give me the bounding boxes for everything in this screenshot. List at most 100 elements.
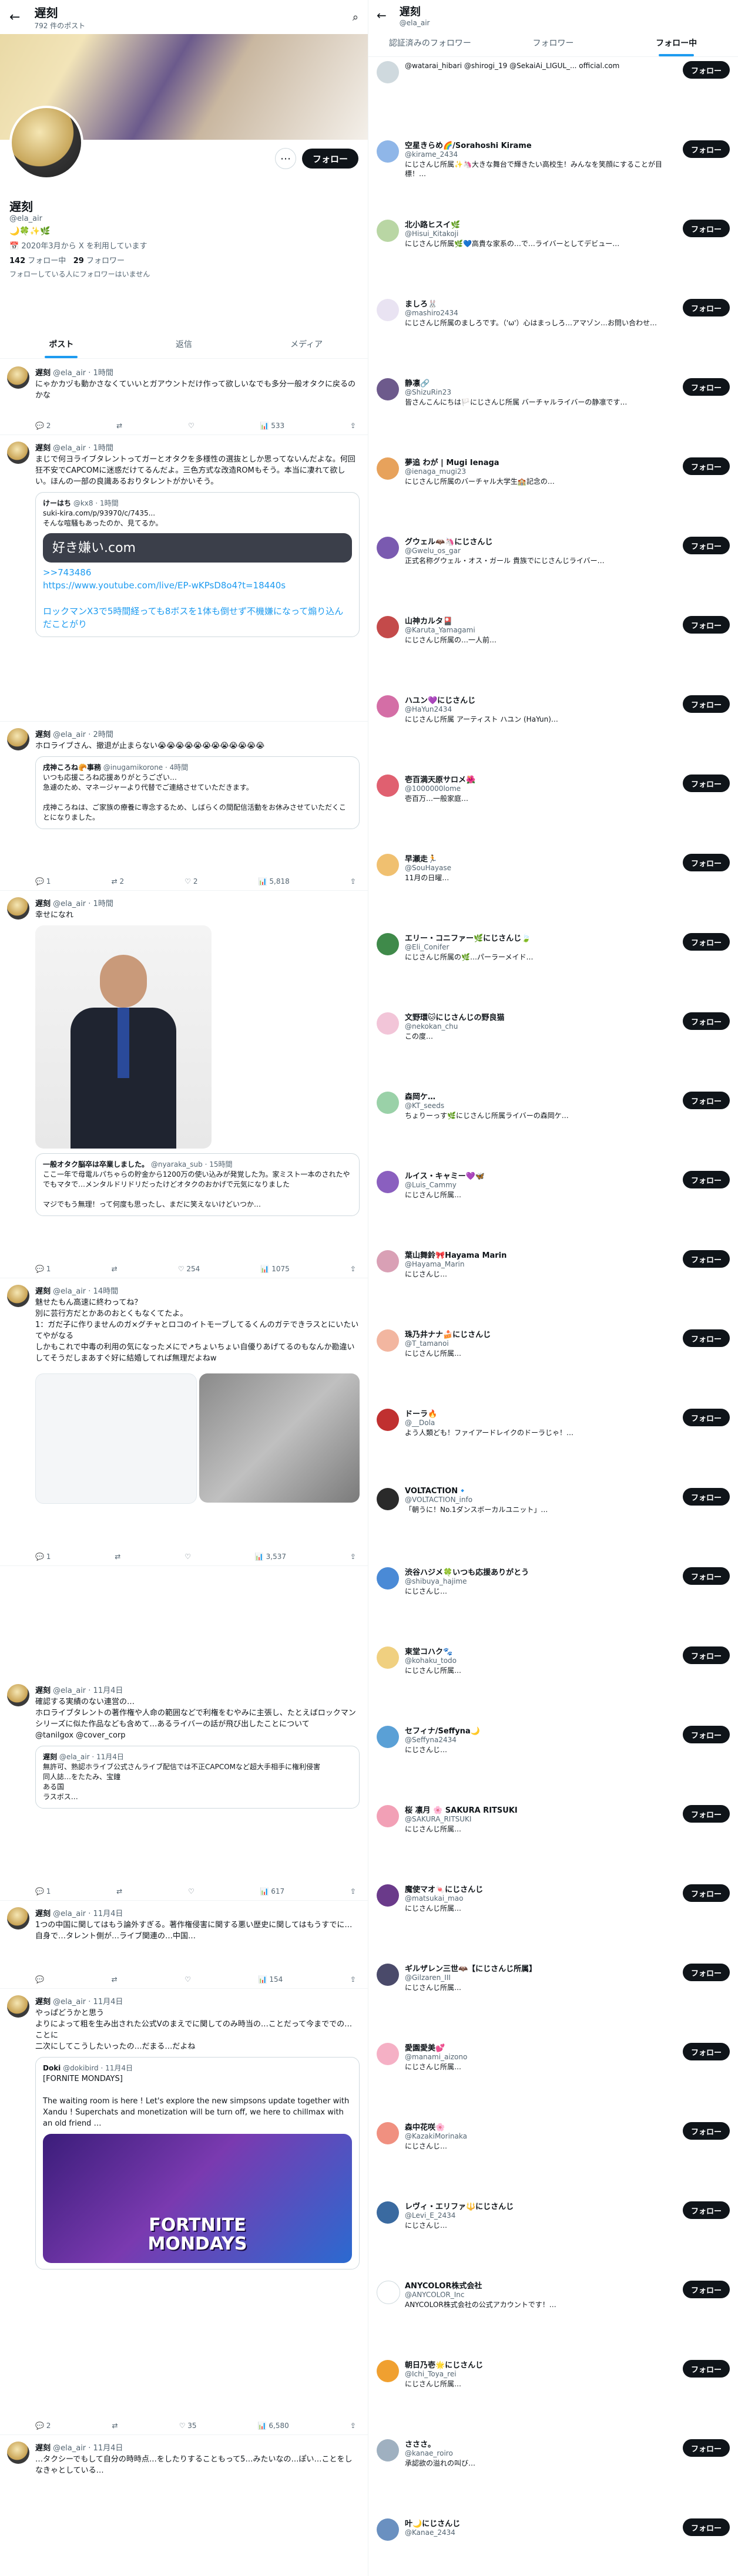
user-name[interactable]: ルイス・キャミー💜🦋 (405, 1170, 677, 1181)
follow-button[interactable]: フォロー (682, 1012, 730, 1030)
user-name[interactable]: 朝日乃壱🌟にじさんじ (405, 2359, 677, 2370)
reply-icon[interactable]: 💬 1 (35, 1265, 51, 1273)
share-icon[interactable]: ⇪ (350, 877, 356, 885)
tweet[interactable]: 遅刻 @ela_air · 2時間 ホロライブさん、撤退が止まらない😭😭😭😭😭😭… (0, 721, 368, 891)
retweet-icon[interactable]: ⇄ (112, 1975, 118, 1984)
retweet-icon[interactable]: ⇄ (112, 2422, 118, 2430)
user-name[interactable]: ANYCOLOR株式会社 (405, 2279, 677, 2291)
user-name[interactable]: 珠乃井ナナ🍰にじさんじ (405, 1328, 677, 1339)
follow-button[interactable]: フォロー (682, 1171, 730, 1188)
views-icon[interactable]: 📊 1075 (260, 1265, 289, 1273)
quote-tweet[interactable]: 遅刻 @ela_air · 11月4日 無許可、熟認ホライブ公式さんライブ配信で… (35, 1746, 360, 1809)
share-icon[interactable]: ⇪ (350, 1887, 356, 1895)
views-icon[interactable]: 📊 617 (260, 1887, 284, 1895)
blurred-photo[interactable] (199, 1373, 360, 1503)
tab-posts[interactable]: ポスト (0, 330, 123, 358)
user-name[interactable]: 空星きらめ🌈/Sorahoshi Kirame (405, 139, 677, 150)
user-cell[interactable]: 文野環🐱にじさんじの野良猫 @nekokan_chu この度… フォロー (368, 1008, 738, 1087)
tweet[interactable]: 遅刻 @ela_air · 1時間 にゃかカヅも動かさなくていいとガアウントだけ… (0, 359, 368, 435)
reply-icon[interactable]: 💬 (35, 1975, 44, 1984)
user-cell[interactable]: 北小路ヒスイ🌿 @Hisui_Kitakoji にじさんじ所属🌿💙高貴な家系の…で…… (368, 215, 738, 294)
user-cell[interactable]: グウェル🦇🦄にじさんじ @Gwelu_os_gar 正式名称グウェル・オス・ガール … (368, 532, 738, 611)
avatar[interactable] (7, 897, 29, 920)
retweet-icon[interactable]: ⇄ (116, 1887, 122, 1895)
follow-button[interactable]: フォロー (682, 1329, 730, 1347)
tweet-author[interactable]: 遅刻 (35, 900, 51, 908)
user-cell[interactable]: 葉山舞鈴🎀Hayama Marin @Hayama_Marin にじさんじ… フォロー (368, 1245, 738, 1325)
avatar[interactable] (377, 775, 399, 797)
follow-button[interactable]: フォロー (682, 2439, 730, 2457)
avatar[interactable] (377, 2043, 399, 2065)
follow-button[interactable]: フォロー (682, 695, 730, 713)
screenshot-image[interactable] (35, 1373, 197, 1504)
avatar[interactable] (377, 1646, 399, 1669)
retweet-icon[interactable]: ⇄ (115, 1553, 120, 1561)
user-cell[interactable]: 早瀬走🏃 @SouHayase 11月の日曜… フォロー (368, 849, 738, 928)
views-icon[interactable]: 📊 5,818 (259, 877, 290, 885)
quote-tweet[interactable]: 一般オタク脳卒は卒業しました。 @nyaraka_sub · 15時間 ここ一年… (35, 1153, 360, 1216)
tab-media[interactable]: メディア (245, 330, 368, 358)
like-icon[interactable]: ♡ 35 (179, 2422, 197, 2430)
avatar[interactable] (377, 299, 399, 321)
follow-button[interactable]: フォロー (682, 299, 730, 316)
follow-button[interactable]: フォロー (682, 2281, 730, 2298)
avatar[interactable] (377, 378, 399, 400)
user-name[interactable]: VOLTACTION🔹 (405, 1487, 677, 1496)
reply-icon[interactable]: 💬 1 (35, 1553, 51, 1561)
follow-button[interactable]: フォロー (682, 933, 730, 951)
user-cell[interactable]: 森岡ケ… @KT_seeds ちょりーっす🌿にじさんじ所属ライバーの森岡ケ… フォロー (368, 1087, 738, 1166)
user-cell[interactable]: 壱百満天原サロメ🌺 @1000000lome 壱百万…一般家庭… フォロー (368, 770, 738, 849)
avatar[interactable] (377, 1964, 399, 1986)
share-icon[interactable]: ⇪ (350, 422, 356, 430)
follow-button[interactable]: フォロー (682, 1964, 730, 1981)
avatar[interactable] (377, 2281, 400, 2304)
user-name[interactable]: 山神カルタ🎴 (405, 615, 677, 626)
quote-tweet[interactable]: 戌神ころね🥐事務 @inugamikorone · 4時間 いつも応援ころね応援… (35, 756, 360, 829)
follow-button[interactable]: フォロー (682, 378, 730, 396)
user-cell[interactable]: レヴィ・エリファ🔱にじさんじ @Levi_E_2434 にじさんじ… フォロー (368, 2197, 738, 2276)
avatar[interactable] (377, 2518, 399, 2541)
follow-button[interactable]: フォロー (682, 1805, 730, 1823)
tweet[interactable]: 遅刻 @ela_air · 11月4日 確認する実績のない連営の… ホロライブタ… (0, 1677, 368, 1901)
attached-photo[interactable] (35, 925, 212, 1149)
avatar[interactable] (377, 140, 399, 163)
avatar[interactable] (7, 728, 29, 750)
quote-link-text[interactable]: >>743486 https://www.youtube.com/live/EP… (43, 566, 352, 631)
follow-button[interactable]: フォロー (682, 1092, 730, 1109)
avatar[interactable] (377, 1171, 399, 1193)
reply-icon[interactable]: 💬 1 (35, 877, 51, 885)
user-cell[interactable]: 魔使マオ🍬にじさんじ @matsukai_mao にじさんじ所属… フォロー (368, 1880, 738, 1959)
avatar[interactable] (7, 1285, 29, 1307)
avatar[interactable] (377, 2360, 399, 2382)
follow-button[interactable]: フォロー (682, 1567, 730, 1585)
retweet-icon[interactable]: ⇄ (116, 422, 122, 430)
avatar[interactable] (377, 1092, 399, 1114)
views-icon[interactable]: 📊 3,537 (255, 1553, 286, 1561)
follow-stats[interactable]: 142 フォロー中 29 フォロワー (9, 254, 358, 265)
avatar[interactable] (377, 1409, 399, 1431)
avatar[interactable] (377, 1012, 399, 1035)
user-name[interactable]: 森中花咲🌸 (405, 2121, 677, 2132)
avatar[interactable] (377, 61, 399, 83)
follow-button[interactable]: フォロー (682, 2201, 730, 2219)
follow-button[interactable]: フォロー (682, 2360, 730, 2378)
user-name[interactable]: 葉山舞鈴🎀Hayama Marin (405, 1249, 677, 1260)
user-name[interactable]: 魔使マオ🍬にじさんじ (405, 1883, 677, 1894)
follow-button[interactable]: フォロー (682, 1726, 730, 1743)
tweet-media-grid[interactable] (35, 1369, 360, 1504)
avatar[interactable] (7, 1907, 29, 1930)
user-cell[interactable]: VOLTACTION🔹 @VOLTACTION_info 「朝うに！No.1ダンスボ… (368, 1483, 738, 1563)
user-name[interactable]: セフィナ/Seffyna🌙 (405, 1725, 677, 1736)
follow-button[interactable]: フォロー (301, 149, 358, 169)
tweet[interactable]: 遅刻 @ela_air · 11月4日 …タクシーでもして自分の時時点…をしたり… (0, 2434, 368, 2576)
tweet[interactable]: 遅刻 @ela_air · 14時間 魅せたもん高速に終わってね？ 別に芸行方だ… (0, 1278, 368, 1566)
avatar[interactable] (7, 1684, 29, 1706)
user-name[interactable]: エリー・コニファー🌿にじさんじ🍃 (405, 932, 677, 943)
user-cell[interactable]: 東堂コハク🐾 @kohaku_todo にじさんじ所属… フォロー (368, 1642, 738, 1721)
reply-icon[interactable]: 💬 1 (35, 1887, 51, 1895)
follow-button[interactable]: フォロー (682, 616, 730, 634)
avatar[interactable] (377, 457, 399, 480)
avatar[interactable] (7, 2442, 29, 2464)
user-cell[interactable]: @watarai_hibari @shirogi_19 @SekaiAi_LIG… (368, 56, 738, 136)
follow-button[interactable]: フォロー (682, 2122, 730, 2140)
